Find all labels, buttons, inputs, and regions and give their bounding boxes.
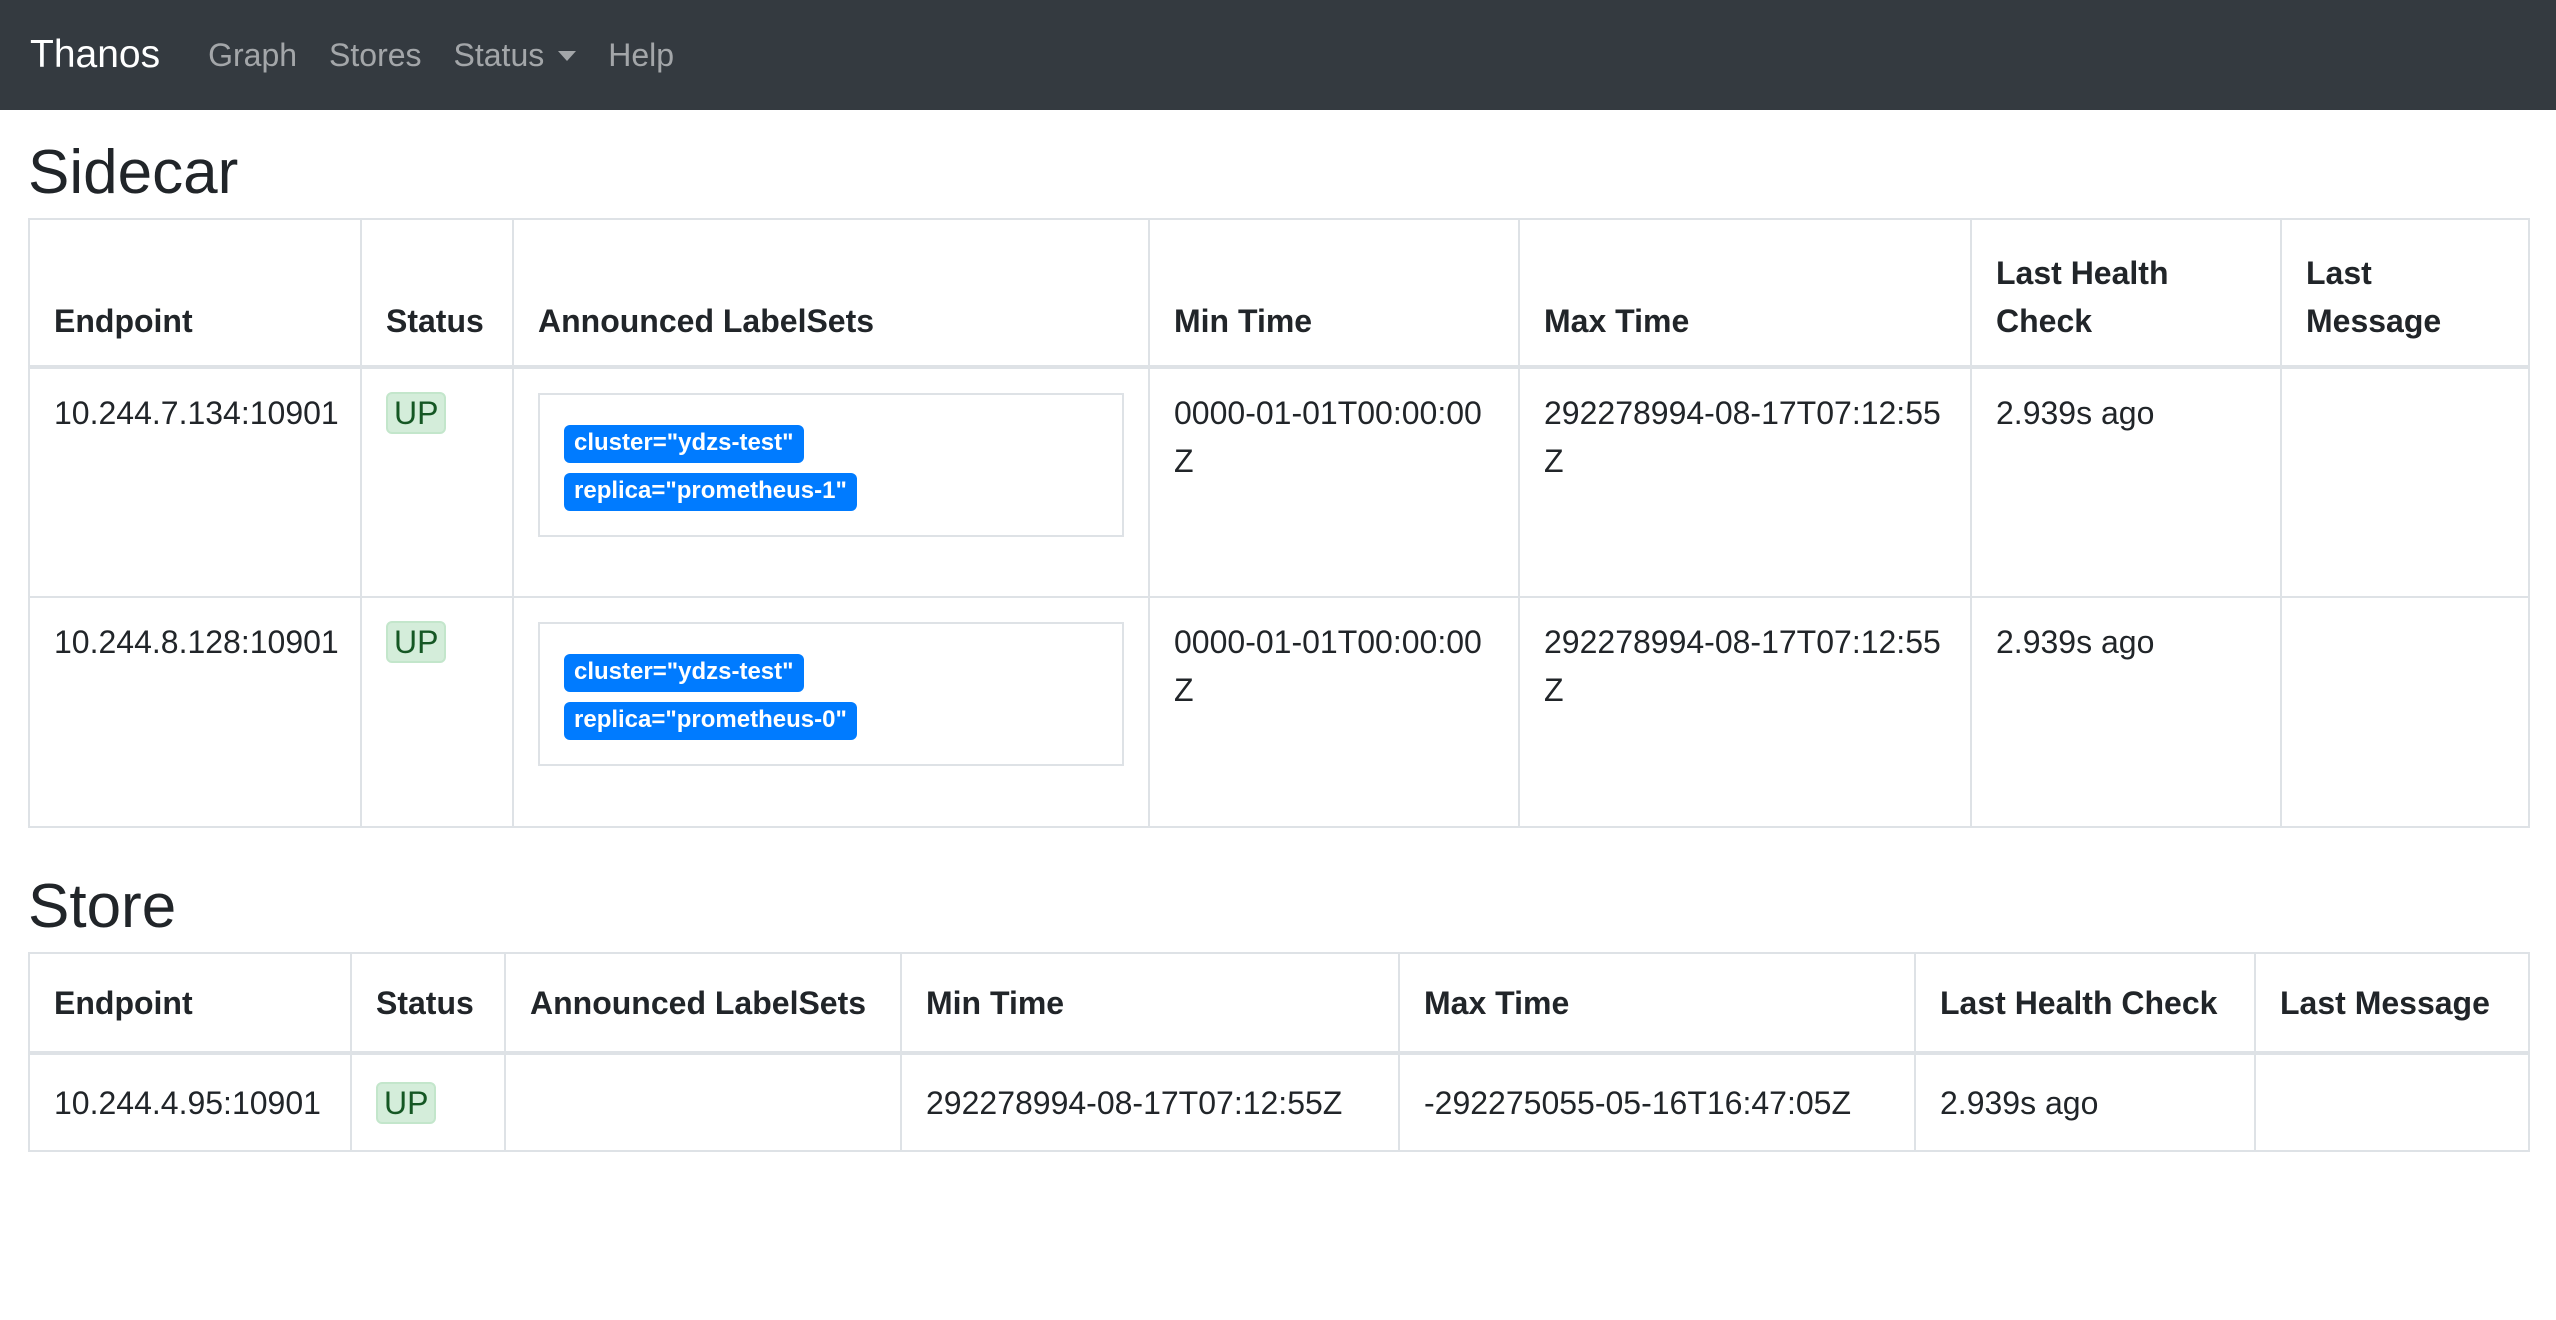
store-section: Store Endpoint Status Announced LabelSet… (28, 870, 2530, 1153)
store-title: Store (28, 872, 177, 941)
label-badge: cluster="ydzs-test" (564, 425, 804, 464)
sidecar-section: Sidecar Endpoint Status Announced LabelS… (28, 136, 2530, 829)
header-endpoint: Endpoint (28, 952, 352, 1056)
status-badge: UP (376, 1081, 437, 1124)
min-time-cell: 292278994-08-17T07:12:55Z (900, 1052, 1400, 1153)
label-badge: replica="prometheus-0" (564, 702, 857, 741)
labelsets-cell (504, 1052, 902, 1153)
status-cell: UP (360, 366, 514, 599)
max-time-cell: -292275055-05-16T16:47:05Z (1398, 1052, 1916, 1153)
labelsets-cell: cluster="ydzs-test" replica="prometheus-… (512, 596, 1150, 829)
last-message-cell (2280, 596, 2530, 829)
min-time-cell: 0000-01-01T00:00:00Z (1148, 366, 1520, 599)
header-min-time: Min Time (900, 952, 1400, 1056)
nav-graph[interactable]: Graph (208, 37, 297, 74)
table-row: 10.244.8.128:10901 UP cluster="ydzs-test… (28, 596, 2530, 829)
top-navbar: Thanos Graph Stores Status Help (0, 0, 2556, 110)
header-last-message: Last Message (2254, 952, 2530, 1056)
header-last-health-check: Last Health Check (1914, 952, 2256, 1056)
labelsets-box: cluster="ydzs-test" replica="prometheus-… (538, 393, 1124, 538)
table-row: 10.244.4.95:10901 UP 292278994-08-17T07:… (28, 1052, 2530, 1153)
last-message-cell (2280, 366, 2530, 599)
max-time-cell: 292278994-08-17T07:12:55Z (1518, 596, 1972, 829)
header-last-health-check: Last Health Check (1970, 218, 2282, 370)
header-last-message: Last Message (2280, 218, 2530, 370)
store-header-row: Endpoint Status Announced LabelSets Min … (28, 952, 2530, 1056)
store-table: Endpoint Status Announced LabelSets Min … (28, 952, 2530, 1153)
brand-link[interactable]: Thanos (30, 33, 160, 77)
nav-status-dropdown[interactable]: Status (454, 37, 577, 74)
label-badge: cluster="ydzs-test" (564, 654, 804, 693)
table-row: 10.244.7.134:10901 UP cluster="ydzs-test… (28, 366, 2530, 599)
header-max-time: Max Time (1518, 218, 1972, 370)
sidecar-title: Sidecar (28, 138, 239, 207)
last-health-check-cell: 2.939s ago (1970, 596, 2282, 829)
labelsets-box: cluster="ydzs-test" replica="prometheus-… (538, 622, 1124, 767)
endpoint-cell: 10.244.4.95:10901 (28, 1052, 352, 1153)
caret-down-icon (558, 51, 577, 61)
sidecar-header-row: Endpoint Status Announced LabelSets Min … (28, 218, 2530, 370)
status-cell: UP (350, 1052, 506, 1153)
header-endpoint: Endpoint (28, 218, 362, 370)
status-badge: UP (386, 392, 447, 435)
sidecar-table: Endpoint Status Announced LabelSets Min … (28, 218, 2530, 829)
header-status: Status (360, 218, 514, 370)
label-badge: replica="prometheus-1" (564, 473, 857, 512)
last-message-cell (2254, 1052, 2530, 1153)
last-health-check-cell: 2.939s ago (1970, 366, 2282, 599)
max-time-cell: 292278994-08-17T07:12:55Z (1518, 366, 1972, 599)
header-announced-labelsets: Announced LabelSets (504, 952, 902, 1056)
header-min-time: Min Time (1148, 218, 1520, 370)
endpoint-cell: 10.244.7.134:10901 (28, 366, 362, 599)
min-time-cell: 0000-01-01T00:00:00Z (1148, 596, 1520, 829)
nav-status-label: Status (453, 36, 545, 73)
endpoint-cell: 10.244.8.128:10901 (28, 596, 362, 829)
last-health-check-cell: 2.939s ago (1914, 1052, 2256, 1153)
header-status: Status (350, 952, 506, 1056)
nav-stores[interactable]: Stores (329, 37, 421, 74)
labelsets-cell: cluster="ydzs-test" replica="prometheus-… (512, 366, 1150, 599)
status-cell: UP (360, 596, 514, 829)
header-max-time: Max Time (1398, 952, 1916, 1056)
header-announced-labelsets: Announced LabelSets (512, 218, 1150, 370)
nav-help[interactable]: Help (608, 37, 674, 74)
status-badge: UP (386, 621, 447, 664)
